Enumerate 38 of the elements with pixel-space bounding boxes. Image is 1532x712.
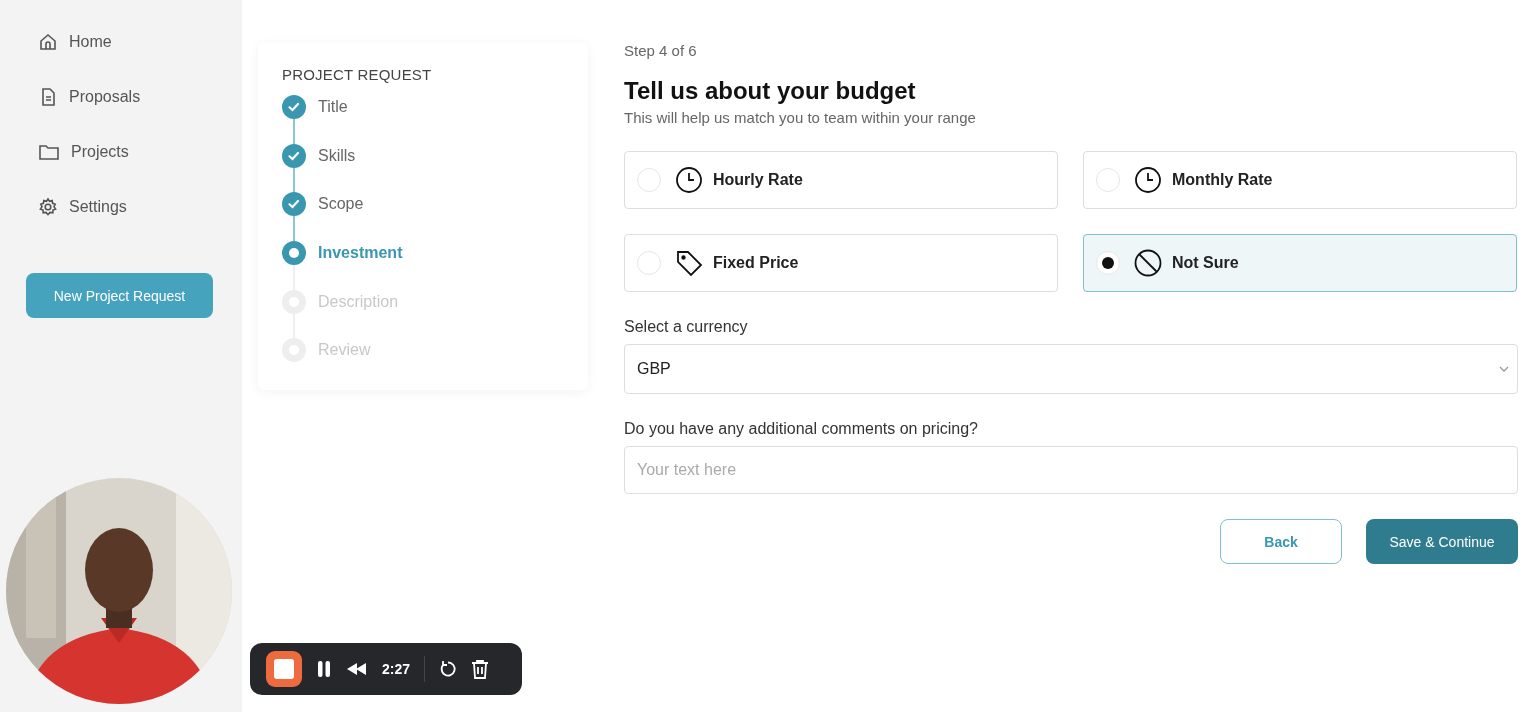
- option-card[interactable]: Monthly Rate: [1083, 151, 1517, 209]
- step-label[interactable]: Skills: [318, 143, 356, 193]
- radio-button[interactable]: [637, 251, 661, 275]
- settings-icon: [38, 197, 58, 217]
- option-card[interactable]: Fixed Price: [624, 234, 1058, 292]
- home-icon: [38, 32, 58, 52]
- radio-button[interactable]: [637, 168, 661, 192]
- rewind-icon[interactable]: [346, 662, 368, 676]
- page-heading: Tell us about your budget: [624, 77, 917, 105]
- stepper-title: PROJECT REQUEST: [282, 66, 433, 83]
- pause-icon[interactable]: [316, 660, 332, 678]
- comments-field[interactable]: Your text here: [624, 446, 1518, 494]
- step-counter: Step 4 of 6: [624, 42, 698, 59]
- step-label[interactable]: Title: [318, 95, 348, 144]
- tag-icon: [675, 249, 703, 277]
- radio-button[interactable]: [1096, 168, 1120, 192]
- clock-icon: [1134, 166, 1162, 194]
- comments-label: Do you have any additional comments on pricing?: [624, 420, 979, 438]
- sidebar-item[interactable]: Proposals: [38, 87, 141, 107]
- folder-icon: [38, 142, 60, 162]
- radio-button[interactable]: [1096, 251, 1120, 275]
- trash-icon[interactable]: [471, 659, 490, 679]
- ban-icon: [1134, 249, 1162, 277]
- option-card[interactable]: Hourly Rate: [624, 151, 1058, 209]
- save-continue-button[interactable]: Save & Continue: [1366, 519, 1518, 564]
- currency-label: Select a currency: [624, 318, 749, 336]
- step-label[interactable]: Scope: [318, 192, 364, 242]
- sidebar-item[interactable]: Settings: [38, 197, 127, 217]
- option-card[interactable]: Not Sure: [1083, 234, 1517, 292]
- stop-button[interactable]: [266, 651, 302, 687]
- sidebar-item[interactable]: Home: [38, 32, 112, 52]
- page-subheading: This will help us match you to team within your range: [624, 109, 977, 126]
- recording-time: 2:27: [382, 661, 411, 677]
- sidebar-item[interactable]: Projects: [38, 142, 129, 162]
- clock-icon: [675, 166, 703, 194]
- restart-icon[interactable]: [439, 660, 458, 678]
- currency-select[interactable]: GBP: [624, 344, 1518, 394]
- chevron-icon: [1499, 366, 1509, 372]
